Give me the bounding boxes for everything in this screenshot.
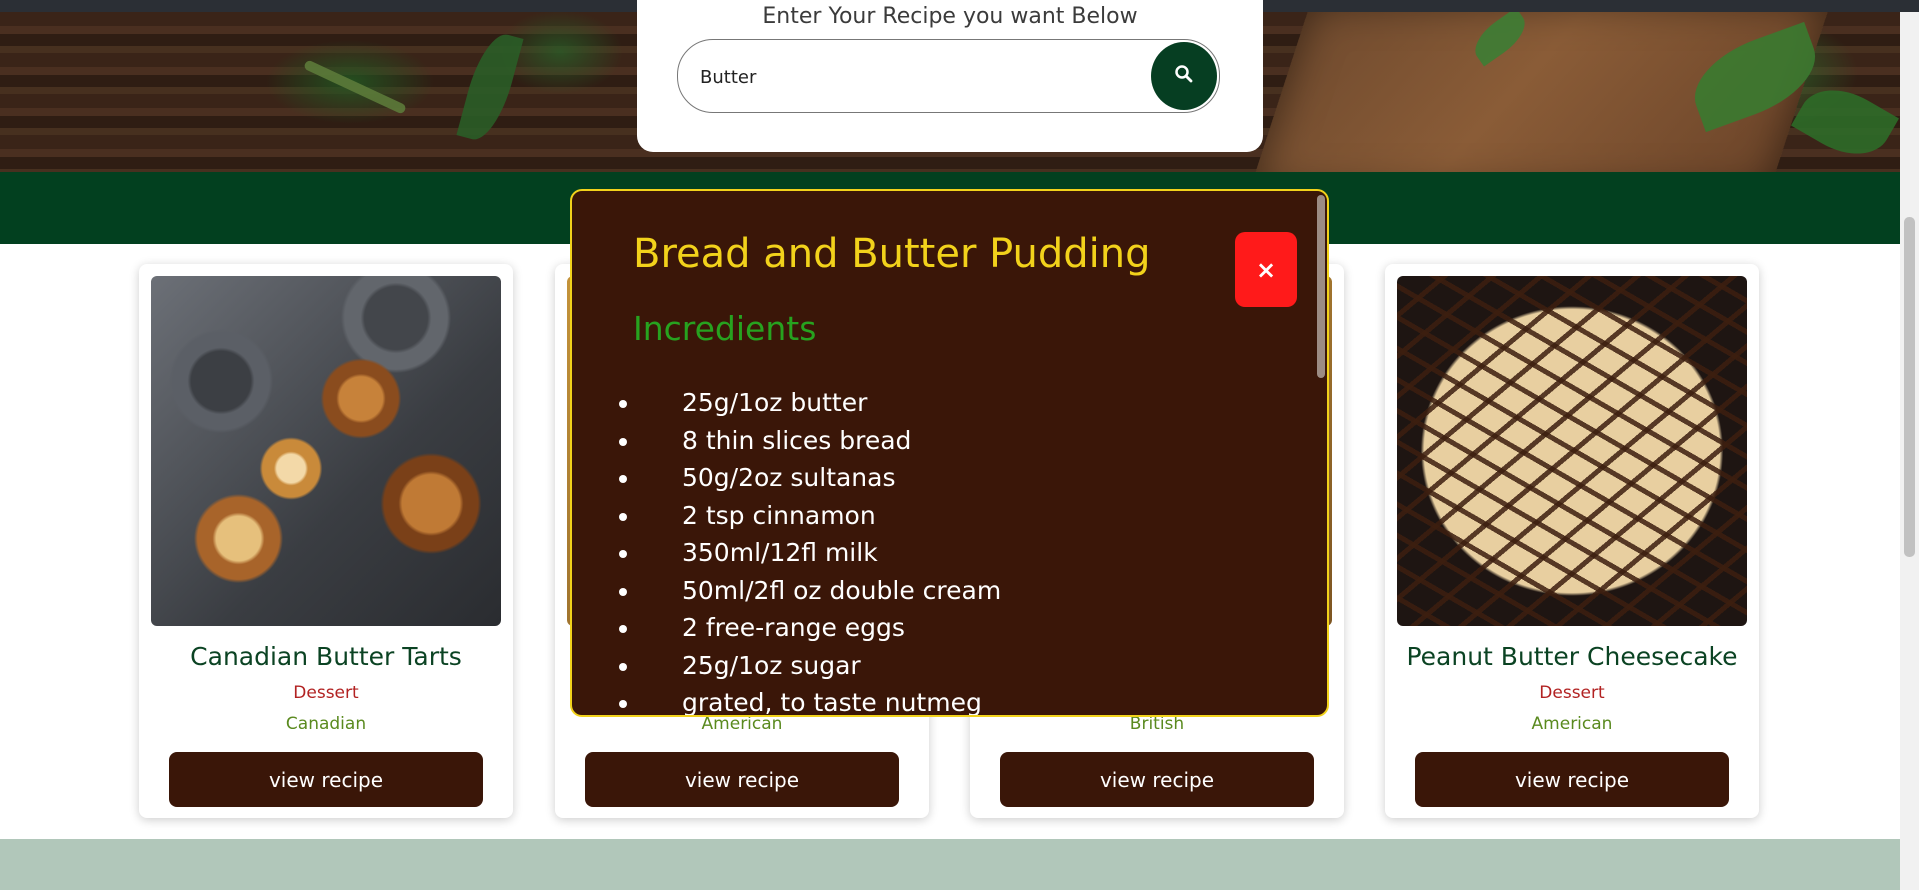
ingredient-item: 25g/1oz butter [607, 384, 1001, 422]
ingredient-item: 8 thin slices bread [607, 422, 1001, 460]
search-box [677, 39, 1220, 113]
recipe-area: American [1531, 714, 1613, 734]
recipe-title: Canadian Butter Tarts [190, 642, 462, 671]
bottom-section [0, 839, 1900, 890]
view-recipe-button[interactable]: view recipe [169, 752, 483, 807]
recipe-category: Dessert [1539, 683, 1605, 703]
ingredient-item: 25g/1oz sugar [607, 647, 1001, 685]
recipe-image [151, 276, 501, 626]
page-scrollbar-thumb[interactable] [1904, 217, 1915, 557]
modal-title: Bread and Butter Pudding [633, 231, 1151, 277]
leaf-decoration [456, 28, 524, 146]
search-label: Enter Your Recipe you want Below [762, 4, 1138, 29]
search-input[interactable] [698, 62, 1122, 92]
view-recipe-button[interactable]: view recipe [1000, 752, 1314, 807]
search-button[interactable] [1151, 42, 1217, 110]
ingredient-item: 2 free-range eggs [607, 609, 1001, 647]
ingredients-heading: Incredients [633, 309, 817, 348]
recipe-area: British [1129, 714, 1185, 734]
recipe-card: Canadian Butter Tarts Dessert Canadian v… [139, 264, 513, 818]
recipe-category: Dessert [293, 683, 359, 703]
ingredient-item: grated, to taste nutmeg [607, 684, 1001, 715]
recipe-area: American [701, 714, 783, 734]
recipe-modal: Bread and Butter Pudding × Incredients 2… [570, 189, 1329, 717]
close-icon: × [1255, 255, 1277, 284]
ingredients-list: 25g/1oz butter 8 thin slices bread 50g/2… [607, 384, 1001, 715]
view-recipe-button[interactable]: view recipe [585, 752, 899, 807]
recipe-image [1397, 276, 1747, 626]
ingredient-item: 2 tsp cinnamon [607, 497, 1001, 535]
search-icon [1174, 64, 1194, 88]
page-scrollbar[interactable] [1900, 12, 1919, 890]
ingredient-item: 50ml/2fl oz double cream [607, 572, 1001, 610]
recipe-title: Peanut Butter Cheesecake [1406, 642, 1738, 671]
ingredient-item: 50g/2oz sultanas [607, 459, 1001, 497]
herb-decoration [303, 59, 407, 115]
recipe-area: Canadian [285, 714, 367, 734]
ingredient-item: 350ml/12fl milk [607, 534, 1001, 572]
view-recipe-button[interactable]: view recipe [1415, 752, 1729, 807]
search-panel: Enter Your Recipe you want Below [637, 0, 1263, 152]
recipe-card: Peanut Butter Cheesecake Dessert America… [1385, 264, 1759, 818]
modal-scrollbar[interactable] [1317, 195, 1325, 378]
leaf-decoration [1791, 73, 1899, 171]
close-button[interactable]: × [1235, 232, 1297, 307]
